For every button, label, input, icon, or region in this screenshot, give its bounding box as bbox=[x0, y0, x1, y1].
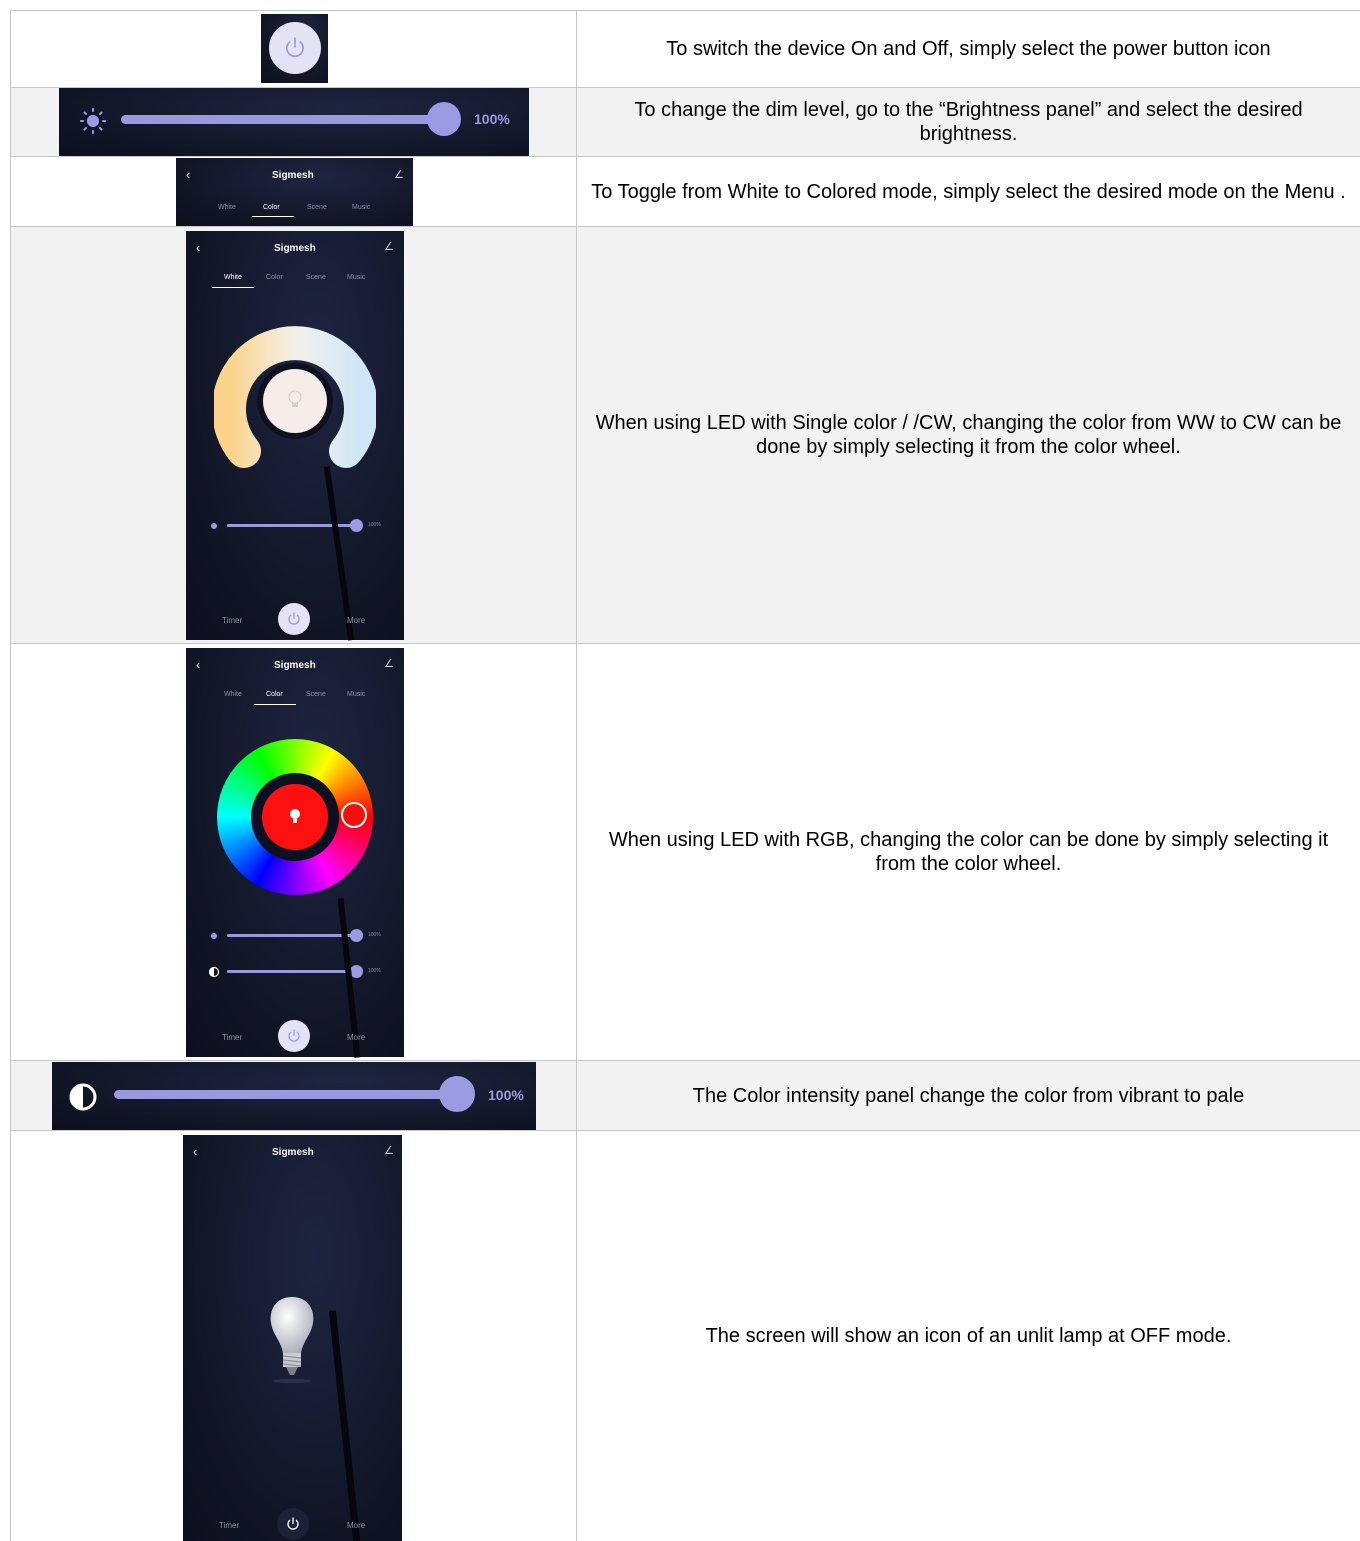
brightness-slider-handle[interactable] bbox=[350, 519, 363, 532]
image-cell: ‹ Sigmesh ∠ White Color Scene Music bbox=[10, 157, 576, 226]
brightness-value: 100% bbox=[474, 111, 510, 127]
intensity-panel: 100% bbox=[52, 1062, 536, 1130]
table-row: 100% The Color intensity panel change th… bbox=[10, 1060, 1360, 1130]
sun-icon bbox=[211, 523, 217, 529]
power-icon bbox=[286, 37, 304, 58]
image-cell: ‹ Sigmesh ∠ White Color Scene Music bbox=[10, 227, 576, 643]
description-cell: The Color intensity panel change the col… bbox=[576, 1061, 1360, 1130]
back-icon[interactable]: ‹ bbox=[196, 240, 200, 255]
white-mode-screenshot: ‹ Sigmesh ∠ White Color Scene Music 100%… bbox=[186, 231, 404, 641]
sun-icon bbox=[80, 108, 106, 134]
edit-icon[interactable]: ∠ bbox=[394, 168, 404, 181]
white-color-wheel[interactable] bbox=[214, 321, 376, 471]
image-cell: 100% bbox=[10, 88, 576, 156]
tree-silhouette bbox=[323, 466, 355, 641]
tab-music[interactable]: Music bbox=[347, 274, 365, 281]
image-cell bbox=[10, 11, 576, 87]
intensity-track[interactable] bbox=[227, 970, 357, 973]
brightness-value: 100% bbox=[368, 932, 381, 938]
tab-music[interactable]: Music bbox=[347, 691, 365, 698]
intensity-value: 100% bbox=[368, 968, 381, 974]
contrast-icon bbox=[69, 1083, 97, 1111]
timer-button[interactable]: Timer bbox=[219, 1521, 239, 1530]
brightness-track[interactable] bbox=[227, 934, 357, 937]
sun-icon bbox=[211, 933, 217, 939]
back-icon[interactable]: ‹ bbox=[196, 657, 200, 672]
menu-screenshot: ‹ Sigmesh ∠ White Color Scene Music bbox=[176, 158, 413, 226]
description-cell: To change the dim level, go to the “Brig… bbox=[576, 88, 1360, 156]
bulb-icon bbox=[290, 809, 300, 823]
brightness-value: 100% bbox=[368, 522, 381, 528]
power-button[interactable] bbox=[269, 22, 321, 74]
brightness-track[interactable] bbox=[121, 115, 451, 124]
tab-white[interactable]: White bbox=[224, 691, 242, 698]
intensity-slider-handle[interactable] bbox=[350, 965, 363, 978]
more-button[interactable]: More bbox=[347, 1033, 365, 1042]
brightness-slider-handle[interactable] bbox=[350, 929, 363, 942]
tab-scene[interactable]: Scene bbox=[306, 274, 326, 281]
contrast-icon bbox=[208, 966, 220, 978]
description-cell: When using LED with RGB, changing the co… bbox=[576, 644, 1360, 1060]
active-tab-underline bbox=[254, 704, 296, 705]
rgb-mode-screenshot: ‹ Sigmesh ∠ White Color Scene Music 100%… bbox=[186, 648, 404, 1058]
timer-button[interactable]: Timer bbox=[222, 616, 242, 625]
active-tab-underline bbox=[252, 216, 294, 217]
edit-icon[interactable]: ∠ bbox=[384, 657, 394, 670]
back-icon[interactable]: ‹ bbox=[193, 1144, 197, 1159]
unlit-lamp-icon bbox=[270, 1297, 314, 1383]
brightness-panel: 100% bbox=[59, 88, 529, 156]
brightness-slider-handle[interactable] bbox=[427, 102, 461, 136]
description-cell: To Toggle from White to Colored mode, si… bbox=[576, 157, 1360, 226]
tab-color[interactable]: Color bbox=[266, 274, 283, 281]
power-icon bbox=[287, 1517, 299, 1530]
power-icon bbox=[288, 612, 300, 625]
active-tab-underline bbox=[212, 287, 254, 288]
intensity-track[interactable] bbox=[114, 1090, 459, 1099]
tab-scene[interactable]: Scene bbox=[306, 691, 326, 698]
app-title: Sigmesh bbox=[272, 170, 314, 181]
image-cell: 100% bbox=[10, 1061, 576, 1130]
description-cell: The screen will show an icon of an unlit… bbox=[576, 1131, 1360, 1541]
intensity-value: 100% bbox=[488, 1087, 524, 1103]
power-button[interactable] bbox=[277, 1508, 309, 1540]
tab-white[interactable]: White bbox=[224, 274, 242, 281]
off-mode-screenshot: ‹ Sigmesh ∠ Timer More bbox=[183, 1135, 402, 1541]
power-button[interactable] bbox=[278, 1020, 310, 1052]
table-row: ‹ Sigmesh ∠ White Color Scene Music To T… bbox=[10, 156, 1360, 226]
edit-icon[interactable]: ∠ bbox=[384, 240, 394, 253]
more-button[interactable]: More bbox=[347, 616, 365, 625]
power-button[interactable] bbox=[278, 603, 310, 635]
tab-music[interactable]: Music bbox=[352, 204, 370, 211]
table-row: To switch the device On and Off, simply … bbox=[10, 10, 1360, 87]
description-cell: When using LED with Single color / /CW, … bbox=[576, 227, 1360, 643]
tab-scene[interactable]: Scene bbox=[307, 204, 327, 211]
app-title: Sigmesh bbox=[272, 1147, 314, 1158]
tab-color[interactable]: Color bbox=[266, 691, 283, 698]
edit-icon[interactable]: ∠ bbox=[384, 1144, 394, 1157]
power-screenshot bbox=[261, 14, 328, 83]
intensity-slider-handle[interactable] bbox=[439, 1076, 475, 1112]
description-cell: To switch the device On and Off, simply … bbox=[576, 11, 1360, 87]
tab-white[interactable]: White bbox=[218, 204, 236, 211]
table-row: ‹ Sigmesh ∠ White Color Scene Music 100%… bbox=[10, 643, 1360, 1060]
more-button[interactable]: More bbox=[347, 1521, 365, 1530]
table-row: ‹ Sigmesh ∠ Timer More The screen will s… bbox=[10, 1130, 1360, 1541]
tab-color[interactable]: Color bbox=[263, 204, 280, 211]
table-row: 100% To change the dim level, go to the … bbox=[10, 87, 1360, 156]
image-cell: ‹ Sigmesh ∠ White Color Scene Music 100%… bbox=[10, 644, 576, 1060]
power-icon bbox=[288, 1029, 300, 1042]
image-cell: ‹ Sigmesh ∠ Timer More bbox=[10, 1131, 576, 1541]
app-title: Sigmesh bbox=[274, 243, 316, 254]
back-icon[interactable]: ‹ bbox=[186, 167, 190, 182]
tree-silhouette bbox=[328, 1310, 361, 1541]
color-picker-handle[interactable] bbox=[341, 802, 367, 828]
timer-button[interactable]: Timer bbox=[222, 1033, 242, 1042]
table-row: ‹ Sigmesh ∠ White Color Scene Music 100%… bbox=[10, 226, 1360, 643]
app-title: Sigmesh bbox=[274, 660, 316, 671]
